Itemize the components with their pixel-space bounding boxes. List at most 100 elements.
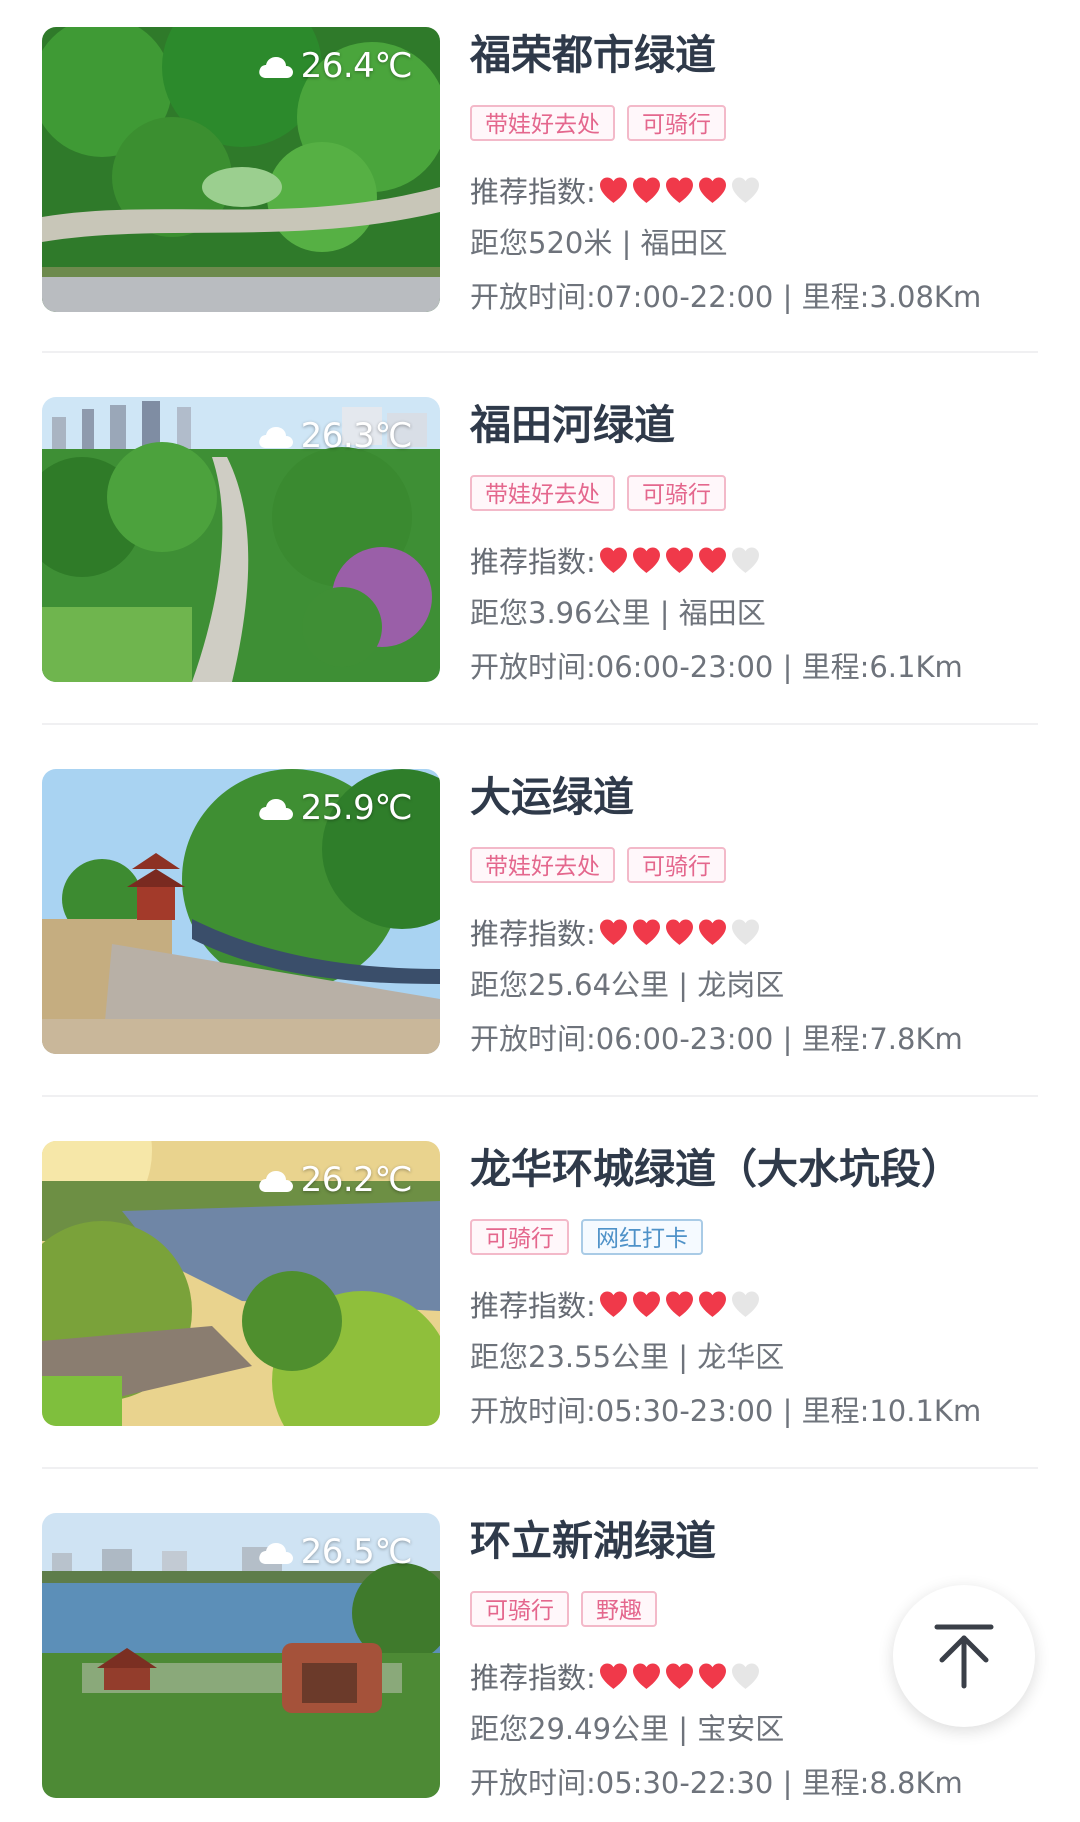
distance-district: 距您520米 | 福田区 [470,226,728,260]
rating-label: 推荐指数: [470,917,596,951]
weather-badge: 26.3℃ [257,415,413,457]
heart-icon [599,177,627,203]
back-to-top-button[interactable] [893,1585,1035,1727]
heart-icon [731,1663,759,1689]
tag-list: 可骑行 网红打卡 [470,1219,703,1255]
divider [42,723,1038,725]
greenway-title[interactable]: 福荣都市绿道 [470,29,716,81]
tag: 网红打卡 [581,1219,703,1255]
greenway-photo[interactable]: 26.4℃ [42,27,440,312]
rating-label: 推荐指数: [470,1289,596,1323]
rating-hearts [598,176,763,204]
temperature-label: 26.3℃ [300,416,413,456]
heart-icon [599,1663,627,1689]
greenway-title[interactable]: 龙华环城绿道（大水坑段） [470,1143,962,1195]
greenway-title[interactable]: 福田河绿道 [470,399,675,451]
rating-hearts [598,1662,763,1690]
rating-row: 推荐指数: [470,912,763,952]
greenway-photo[interactable]: 26.5℃ [42,1513,440,1798]
heart-icon [665,547,693,573]
hours-mileage: 开放时间:06:00-23:00 | 里程:6.1Km [470,650,963,684]
distance-district: 距您29.49公里 | 宝安区 [470,1712,785,1746]
tag: 可骑行 [470,1591,569,1627]
distance-district: 距您25.64公里 | 龙岗区 [470,968,785,1002]
weather-badge: 26.4℃ [257,45,413,87]
rating-label: 推荐指数: [470,175,596,209]
weather-badge: 25.9℃ [257,787,413,829]
heart-icon [698,1291,726,1317]
greenway-card[interactable]: 25.9℃ 大运绿道 带娃好去处 可骑行 推荐指数: 距您25.64公里 | 龙… [42,769,1038,1056]
heart-icon [698,919,726,945]
arrow-up-to-top-icon [934,1624,994,1689]
tag: 带娃好去处 [470,475,615,511]
greenway-title[interactable]: 环立新湖绿道 [470,1515,716,1567]
rating-label: 推荐指数: [470,1661,596,1695]
rating-row: 推荐指数: [470,170,763,210]
tag: 带娃好去处 [470,847,615,883]
greenway-card[interactable]: 26.4℃ 福荣都市绿道 带娃好去处 可骑行 推荐指数: 距您520米 | 福田… [42,27,1038,314]
tag: 可骑行 [470,1219,569,1255]
heart-icon [731,919,759,945]
rating-hearts [598,918,763,946]
hours-mileage: 开放时间:06:00-23:00 | 里程:7.8Km [470,1022,963,1056]
rating-hearts [598,1290,763,1318]
hours-mileage: 开放时间:05:30-22:30 | 里程:8.8Km [470,1766,963,1800]
cloud-icon [258,1171,293,1192]
heart-icon [731,1291,759,1317]
heart-icon [731,177,759,203]
rating-row: 推荐指数: [470,1284,763,1324]
heart-icon [632,547,660,573]
cloud-icon [258,799,293,820]
heart-icon [698,1663,726,1689]
greenway-card[interactable]: 26.2℃ 龙华环城绿道（大水坑段） 可骑行 网红打卡 推荐指数: 距您23.5… [42,1141,1038,1428]
heart-icon [665,1663,693,1689]
greenway-photo[interactable]: 26.3℃ [42,397,440,682]
heart-icon [599,919,627,945]
tag: 带娃好去处 [470,105,615,141]
greenway-photo[interactable]: 26.2℃ [42,1141,440,1426]
rating-row: 推荐指数: [470,540,763,580]
temperature-label: 26.2℃ [300,1160,413,1200]
divider [42,351,1038,353]
heart-icon [731,547,759,573]
rating-hearts [598,546,763,574]
greenway-title[interactable]: 大运绿道 [470,771,634,823]
tag: 可骑行 [627,847,726,883]
heart-icon [698,177,726,203]
divider [42,1095,1038,1097]
rating-label: 推荐指数: [470,545,596,579]
heart-icon [632,1663,660,1689]
hours-mileage: 开放时间:07:00-22:00 | 里程:3.08Km [470,280,982,314]
cloud-icon [258,1543,293,1564]
heart-icon [665,919,693,945]
heart-icon [698,547,726,573]
greenway-card[interactable]: 26.3℃ 福田河绿道 带娃好去处 可骑行 推荐指数: 距您3.96公里 | 福… [42,397,1038,684]
heart-icon [665,1291,693,1317]
weather-badge: 26.2℃ [257,1159,413,1201]
tag-list: 可骑行 野趣 [470,1591,657,1627]
heart-icon [599,1291,627,1317]
weather-badge: 26.5℃ [257,1531,413,1573]
heart-icon [632,177,660,203]
cloud-icon [258,427,293,448]
temperature-label: 26.5℃ [300,1532,413,1572]
tag-list: 带娃好去处 可骑行 [470,847,726,883]
cloud-icon [258,57,293,78]
tag: 可骑行 [627,105,726,141]
greenway-card[interactable]: 26.5℃ 环立新湖绿道 可骑行 野趣 推荐指数: 距您29.49公里 | 宝安… [42,1513,1038,1800]
tag: 野趣 [581,1591,657,1627]
heart-icon [665,177,693,203]
temperature-label: 26.4℃ [300,46,413,86]
distance-district: 距您23.55公里 | 龙华区 [470,1340,785,1374]
tag-list: 带娃好去处 可骑行 [470,105,726,141]
heart-icon [632,919,660,945]
tag: 可骑行 [627,475,726,511]
hours-mileage: 开放时间:05:30-23:00 | 里程:10.1Km [470,1394,982,1428]
greenway-photo[interactable]: 25.9℃ [42,769,440,1054]
tag-list: 带娃好去处 可骑行 [470,475,726,511]
heart-icon [599,547,627,573]
divider [42,1467,1038,1469]
distance-district: 距您3.96公里 | 福田区 [470,596,766,630]
temperature-label: 25.9℃ [300,788,413,828]
heart-icon [632,1291,660,1317]
